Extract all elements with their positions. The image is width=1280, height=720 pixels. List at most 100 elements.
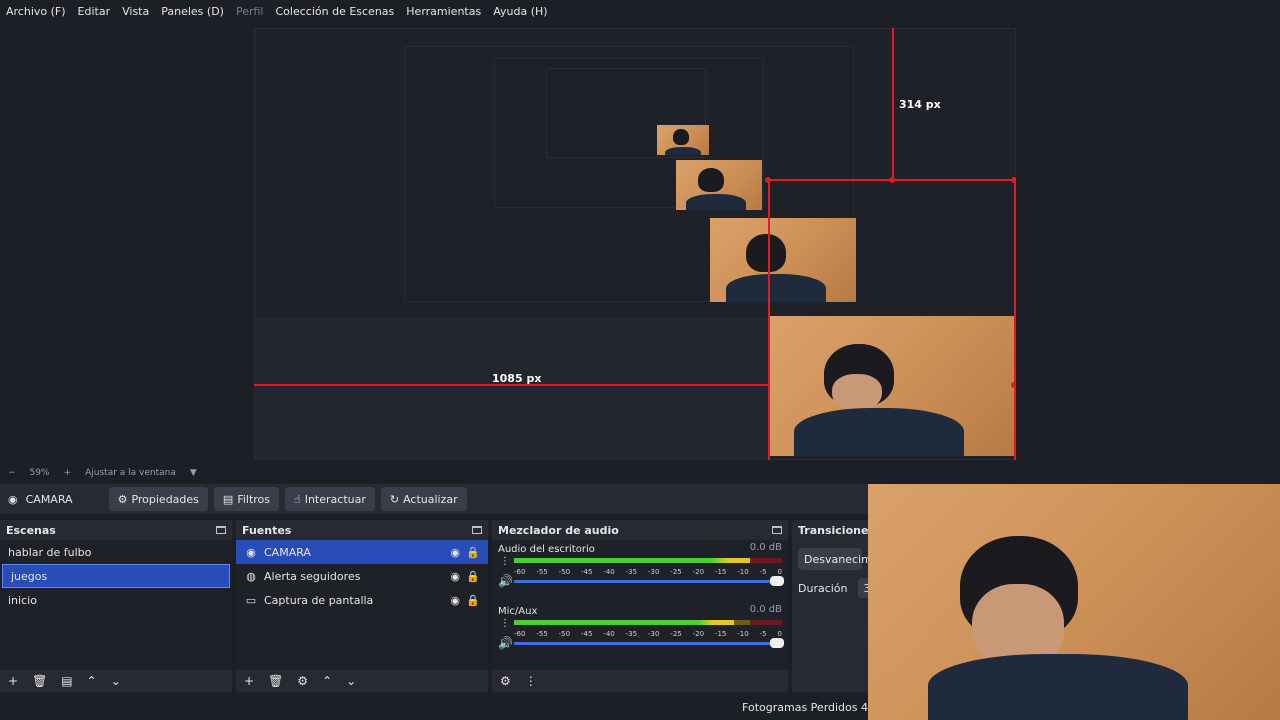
guide-handle[interactable] bbox=[1011, 382, 1016, 388]
zoom-in-button[interactable]: + bbox=[64, 468, 72, 478]
menu-vista[interactable]: Vista bbox=[122, 5, 149, 18]
volume-slider[interactable] bbox=[514, 638, 784, 648]
sources-dock: Fuentes ◉ CAMARA ◉ 🔒 ◍ Alerta seguidores… bbox=[236, 520, 488, 692]
transitions-dock-title: Transiciones bbox=[792, 520, 868, 540]
scene-item[interactable]: hablar de fulbo bbox=[0, 540, 232, 564]
channel-name: Audio del escritorio bbox=[498, 544, 595, 555]
chevron-down-icon[interactable]: ▼ bbox=[190, 468, 197, 478]
eye-icon[interactable]: ◉ bbox=[450, 570, 460, 583]
add-icon[interactable]: + bbox=[244, 674, 254, 688]
meter-tick-label: -55 bbox=[536, 568, 548, 576]
gear-icon[interactable]: ⚙ bbox=[500, 674, 511, 688]
meter-tick-label: -30 bbox=[647, 568, 660, 576]
transitions-body: Desvanecimie Duración 30 bbox=[792, 548, 868, 678]
transition-select[interactable]: Desvanecimie bbox=[798, 548, 868, 570]
menu-archivo[interactable]: Archivo (F) bbox=[6, 5, 66, 18]
menu-editar[interactable]: Editar bbox=[78, 5, 111, 18]
meter-tick-label: -55 bbox=[536, 630, 548, 638]
chevron-down-icon[interactable]: ⌄ bbox=[346, 674, 356, 688]
filters-button[interactable]: ▤ Filtros bbox=[213, 487, 280, 511]
properties-button-label: Propiedades bbox=[131, 492, 199, 506]
transitions-title: Transiciones bbox=[798, 523, 868, 537]
guide-handle[interactable] bbox=[765, 177, 771, 183]
preview-area[interactable]: 314 px 1085 px bbox=[0, 22, 1280, 464]
meter-tick-label: -25 bbox=[670, 568, 682, 576]
meter-tick-label: -15 bbox=[714, 568, 727, 576]
popout-icon[interactable] bbox=[216, 526, 226, 534]
webcam-overlay bbox=[868, 484, 1280, 720]
more-icon[interactable]: ⋮ bbox=[500, 556, 510, 567]
chevron-up-icon[interactable]: ⌃ bbox=[87, 674, 97, 688]
menu-paneles[interactable]: Paneles (D) bbox=[161, 5, 224, 18]
more-icon[interactable]: ⋮ bbox=[500, 618, 510, 629]
source-item-selected[interactable]: ◉ CAMARA ◉ 🔒 bbox=[236, 540, 488, 564]
mixer-title: Mezclador de audio bbox=[498, 523, 619, 537]
popout-icon[interactable] bbox=[472, 526, 482, 534]
lock-icon[interactable]: 🔒 bbox=[466, 594, 480, 607]
properties-button[interactable]: ⚙ Propiedades bbox=[108, 487, 208, 511]
menu-herramientas[interactable]: Herramientas bbox=[406, 5, 481, 18]
trash-icon[interactable]: 🗑 bbox=[268, 674, 283, 688]
dropped-frames: Fotogramas Perdidos 4 bbox=[742, 701, 868, 714]
meter-tick-label: -50 bbox=[558, 630, 571, 638]
meter-tick-label: -30 bbox=[647, 630, 660, 638]
menu-coleccion-escenas[interactable]: Colección de Escenas bbox=[276, 5, 395, 18]
hand-icon: ☝ bbox=[294, 492, 301, 506]
mixer-channel: Audio del escritorio 0.0 dB ⋮ -60 -55 -50-… bbox=[492, 540, 788, 602]
lock-icon[interactable]: 🔒 bbox=[466, 546, 480, 559]
source-item[interactable]: ▭ Captura de pantalla ◉ 🔒 bbox=[236, 588, 488, 612]
camera-icon: ◉ bbox=[246, 545, 256, 559]
interact-button[interactable]: ☝ Interactuar bbox=[285, 487, 375, 511]
filter-icon: ▤ bbox=[222, 492, 234, 506]
meter-fill bbox=[514, 620, 734, 625]
guide-handle[interactable] bbox=[889, 177, 895, 183]
filters-button-label: Filtros bbox=[237, 492, 271, 506]
mixer-channels: Audio del escritorio 0.0 dB ⋮ -60 -55 -50-… bbox=[492, 540, 788, 670]
interact-button-label: Interactuar bbox=[304, 492, 366, 506]
scenes-dock: Escenas hablar de fulbo juegos inicio + … bbox=[0, 520, 232, 692]
guide-handle[interactable] bbox=[1011, 177, 1016, 183]
refresh-icon: ↻ bbox=[389, 492, 400, 506]
volume-slider[interactable] bbox=[514, 576, 784, 586]
menu-bar: Archivo (F) Editar Vista Paneles (D) Per… bbox=[0, 0, 1280, 22]
meter-tick-label: -25 bbox=[670, 630, 682, 638]
slider-knob[interactable] bbox=[770, 638, 784, 648]
status-bar: Fotogramas Perdidos 4 bbox=[0, 698, 868, 720]
fit-window-label[interactable]: Ajustar a la ventana bbox=[85, 468, 176, 478]
sources-title: Fuentes bbox=[242, 523, 292, 537]
eye-icon[interactable]: ◉ bbox=[450, 594, 460, 607]
duration-row: Duración 30 bbox=[792, 578, 868, 598]
meter-tick-label: -35 bbox=[625, 568, 638, 576]
filter-icon[interactable]: ▤ bbox=[61, 674, 72, 688]
zoom-out-button[interactable]: − bbox=[8, 468, 16, 478]
scene-item[interactable]: inicio bbox=[0, 588, 232, 612]
meter-tick-label: -45 bbox=[580, 568, 593, 576]
add-icon[interactable]: + bbox=[8, 674, 18, 688]
chevron-up-icon[interactable]: ⌃ bbox=[322, 674, 332, 688]
refresh-button[interactable]: ↻ Actualizar bbox=[380, 487, 467, 511]
scene-item-selected[interactable]: juegos bbox=[2, 564, 230, 588]
camera-feed-nested-2 bbox=[770, 316, 1016, 456]
mixer-toolbar: ⚙ ⋮ bbox=[492, 670, 788, 692]
duration-label: Duración bbox=[798, 581, 848, 595]
preview-canvas[interactable]: 314 px 1085 px bbox=[254, 28, 1016, 460]
gear-icon[interactable]: ⚙ bbox=[297, 674, 308, 688]
speaker-icon[interactable]: 🔊 bbox=[498, 636, 513, 650]
menu-ayuda[interactable]: Ayuda (H) bbox=[493, 5, 547, 18]
popout-icon[interactable] bbox=[772, 526, 782, 534]
slider-knob[interactable] bbox=[770, 576, 784, 586]
meter-tick-label: 0 bbox=[777, 630, 782, 638]
trash-icon[interactable]: 🗑 bbox=[32, 674, 47, 688]
source-item[interactable]: ◍ Alerta seguidores ◉ 🔒 bbox=[236, 564, 488, 588]
guide-line-vertical bbox=[892, 28, 894, 180]
more-icon[interactable]: ⋮ bbox=[525, 674, 537, 688]
meter-ticks: -60 -55 -50 -45 -40 -35 -30 -25 -20 -15 -10 -5 0 bbox=[514, 568, 782, 576]
scenes-toolbar: + 🗑 ▤ ⌃ ⌄ bbox=[0, 670, 232, 692]
sources-toolbar: + 🗑 ⚙ ⌃ ⌄ bbox=[236, 670, 488, 692]
speaker-icon[interactable]: 🔊 bbox=[498, 574, 513, 588]
chevron-down-icon[interactable]: ⌄ bbox=[111, 674, 121, 688]
duration-input[interactable]: 30 bbox=[857, 578, 868, 598]
eye-icon[interactable]: ◉ bbox=[450, 546, 460, 559]
lock-icon[interactable]: 🔒 bbox=[466, 570, 480, 583]
menu-perfil[interactable]: Perfil bbox=[236, 5, 264, 18]
